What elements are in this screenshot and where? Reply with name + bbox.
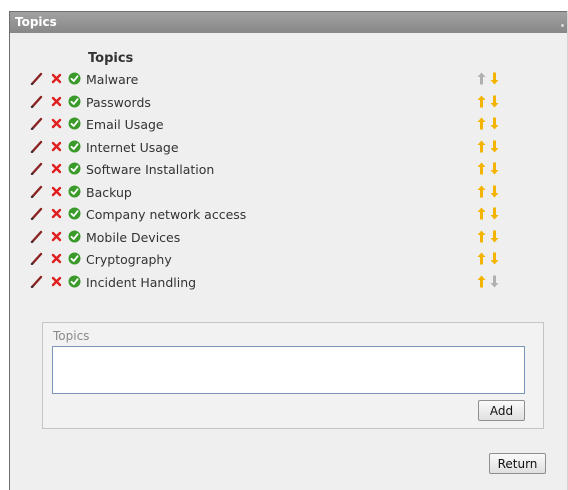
- arrow-up-icon[interactable]: [477, 162, 486, 175]
- arrow-down-icon[interactable]: [490, 207, 499, 220]
- add-button[interactable]: Add: [478, 400, 525, 421]
- arrow-down-icon[interactable]: [490, 72, 499, 85]
- check-circle-icon[interactable]: [68, 230, 81, 243]
- return-button[interactable]: Return: [489, 453, 546, 474]
- topic-row: Company network access: [30, 207, 510, 230]
- topic-label: Passwords: [86, 94, 151, 110]
- delete-x-icon[interactable]: [50, 252, 63, 265]
- check-circle-icon[interactable]: [68, 140, 81, 153]
- topic-row: Incident Handling: [30, 275, 510, 298]
- arrow-up-icon: [477, 72, 486, 85]
- check-circle-icon[interactable]: [68, 207, 81, 220]
- check-circle-icon[interactable]: [68, 95, 81, 108]
- delete-x-icon[interactable]: [50, 72, 63, 85]
- arrow-up-icon[interactable]: [477, 95, 486, 108]
- pencil-icon[interactable]: [30, 207, 43, 220]
- pencil-icon[interactable]: [30, 117, 43, 130]
- arrow-down-icon[interactable]: [490, 117, 499, 130]
- topic-label: Backup: [86, 184, 132, 200]
- arrow-down-icon[interactable]: [490, 252, 499, 265]
- arrow-up-icon[interactable]: [477, 185, 486, 198]
- delete-x-icon[interactable]: [50, 207, 63, 220]
- check-circle-icon[interactable]: [68, 275, 81, 288]
- check-circle-icon[interactable]: [68, 185, 81, 198]
- arrow-up-icon[interactable]: [477, 252, 486, 265]
- delete-x-icon[interactable]: [50, 95, 63, 108]
- pencil-icon[interactable]: [30, 95, 43, 108]
- check-circle-icon[interactable]: [68, 72, 81, 85]
- delete-x-icon[interactable]: [50, 117, 63, 130]
- topic-row: Mobile Devices: [30, 230, 510, 253]
- topic-label: Software Installation: [86, 162, 215, 177]
- topics-list-heading: Topics: [88, 51, 134, 66]
- pencil-icon[interactable]: [30, 252, 43, 265]
- topic-label: Mobile Devices: [86, 229, 181, 245]
- pencil-icon[interactable]: [30, 140, 43, 153]
- pencil-icon[interactable]: [30, 185, 43, 198]
- topics-window: Topics Topics Malware Passwords Email Usag…: [9, 11, 568, 490]
- arrow-down-icon[interactable]: [490, 140, 499, 153]
- topic-label: Email Usage: [86, 117, 164, 132]
- topic-row: Passwords: [30, 95, 510, 118]
- delete-x-icon[interactable]: [50, 275, 63, 288]
- topic-row: Software Installation: [30, 162, 510, 185]
- topic-row: Cryptography: [30, 252, 510, 275]
- topic-label: Incident Handling: [86, 274, 197, 290]
- arrow-up-icon[interactable]: [477, 140, 486, 153]
- topic-input[interactable]: [52, 346, 525, 394]
- arrow-down-icon[interactable]: [490, 162, 499, 175]
- topic-row: Internet Usage: [30, 140, 510, 163]
- arrow-down-icon[interactable]: [490, 185, 499, 198]
- arrow-down-icon[interactable]: [490, 95, 499, 108]
- pencil-icon[interactable]: [30, 230, 43, 243]
- title-bar: Topics: [10, 11, 567, 33]
- check-circle-icon[interactable]: [68, 117, 81, 130]
- topic-row: Backup: [30, 185, 510, 208]
- check-circle-icon[interactable]: [68, 162, 81, 175]
- delete-x-icon[interactable]: [50, 185, 63, 198]
- topic-row: Malware: [30, 72, 510, 95]
- window-title: Topics: [15, 15, 57, 29]
- add-topic-label: Topics: [53, 329, 90, 343]
- check-circle-icon[interactable]: [68, 252, 81, 265]
- add-topic-panel: Topics Add: [42, 322, 544, 429]
- delete-x-icon[interactable]: [50, 230, 63, 243]
- topic-label: Company network access: [86, 207, 247, 222]
- delete-x-icon[interactable]: [50, 140, 63, 153]
- topic-label: Malware: [86, 72, 139, 87]
- pencil-icon[interactable]: [30, 162, 43, 175]
- arrow-up-icon[interactable]: [477, 117, 486, 130]
- arrow-up-icon[interactable]: [477, 230, 486, 243]
- arrow-down-icon: [490, 275, 499, 287]
- title-bar-dot: [561, 24, 564, 27]
- topics-list: Malware Passwords Email Usage Internet Usag…: [30, 72, 510, 297]
- arrow-up-icon[interactable]: [477, 275, 486, 288]
- topic-label: Cryptography: [86, 252, 172, 267]
- pencil-icon[interactable]: [30, 72, 43, 85]
- pencil-icon[interactable]: [30, 275, 43, 288]
- topic-label: Internet Usage: [86, 139, 179, 155]
- arrow-up-icon[interactable]: [477, 207, 486, 220]
- arrow-down-icon[interactable]: [490, 230, 499, 243]
- delete-x-icon[interactable]: [50, 162, 63, 175]
- topic-row: Email Usage: [30, 117, 510, 140]
